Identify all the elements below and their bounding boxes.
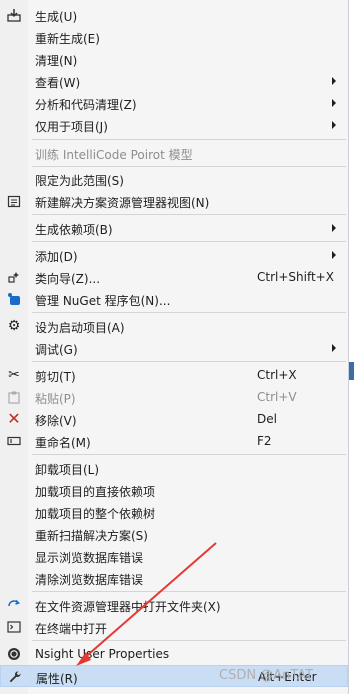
annotation-arrow xyxy=(76,542,217,666)
